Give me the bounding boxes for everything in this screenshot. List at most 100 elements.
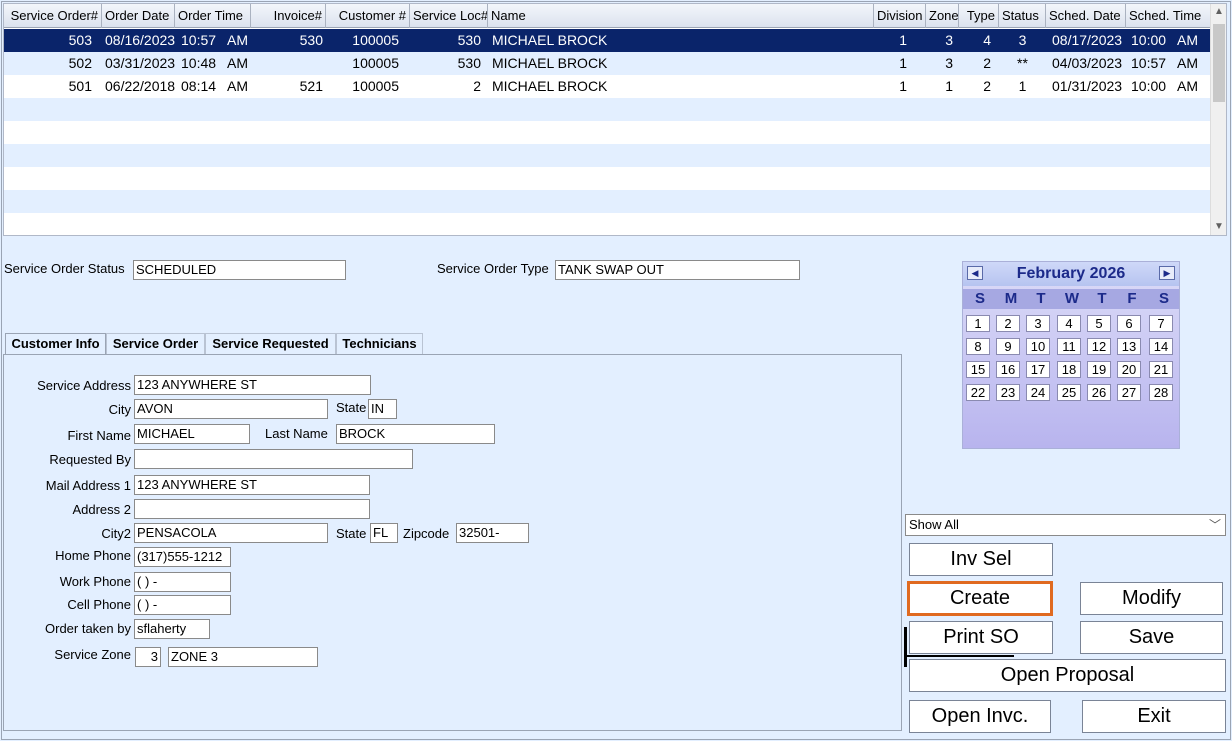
col-customer[interactable]: Customer #	[326, 4, 410, 28]
cell-invoice: 530	[299, 32, 323, 48]
calendar-day[interactable]: 22	[966, 384, 990, 401]
mail-address-1-field[interactable]: 123 ANYWHERE ST	[134, 475, 370, 495]
calendar-day[interactable]: 5	[1087, 315, 1111, 332]
tab-technicians[interactable]: Technicians	[336, 333, 423, 354]
tab-customer-info[interactable]: Customer Info	[5, 333, 106, 355]
state2-field[interactable]: FL	[370, 523, 398, 543]
calendar-day[interactable]: 13	[1117, 338, 1141, 355]
service-order-status-field[interactable]: SCHEDULED	[133, 260, 346, 280]
first-name-field[interactable]: MICHAEL	[134, 424, 250, 444]
modify-button[interactable]: Modify	[1080, 582, 1223, 615]
open-proposal-button[interactable]: Open Proposal	[909, 659, 1226, 692]
address-2-field[interactable]	[134, 499, 370, 519]
show-filter-select[interactable]: Show All ﹀	[905, 514, 1226, 536]
work-phone-field[interactable]: ( ) -	[134, 572, 231, 592]
calendar-day[interactable]: 3	[1026, 315, 1050, 332]
service-order-grid[interactable]: Service Order# Order Date Order Time Inv…	[3, 3, 1227, 236]
calendar-day[interactable]: 1	[966, 315, 990, 332]
cell-customer: 100005	[352, 55, 399, 71]
order-taken-by-field[interactable]: sflaherty	[134, 619, 210, 639]
calendar-day[interactable]: 18	[1057, 361, 1081, 378]
col-status[interactable]: Status	[999, 4, 1046, 28]
service-address-field[interactable]: 123 ANYWHERE ST	[134, 375, 371, 395]
table-row[interactable]: 501 06/22/2018 08:14 AM 521 100005 2 MIC…	[4, 75, 1212, 98]
grid-vertical-scrollbar[interactable]: ▲ ▼	[1210, 4, 1226, 235]
col-name[interactable]: Name	[488, 4, 874, 28]
calendar-day[interactable]: 9	[996, 338, 1020, 355]
cell-service-loc: 530	[457, 32, 481, 48]
col-invoice[interactable]: Invoice#	[251, 4, 326, 28]
col-zone[interactable]: Zone	[926, 4, 959, 28]
state-label: State	[336, 400, 367, 415]
calendar-day[interactable]: 25	[1057, 384, 1081, 401]
calendar-day[interactable]: 17	[1026, 361, 1050, 378]
open-invc-button[interactable]: Open Invc.	[909, 700, 1051, 733]
cell-order-date: 08/16/2023	[105, 32, 175, 48]
home-phone-field[interactable]: (317)555-1212	[134, 547, 231, 567]
city2-field[interactable]: PENSACOLA	[134, 523, 328, 543]
col-service-order[interactable]: Service Order#	[4, 4, 102, 28]
cell-service-order: 501	[68, 78, 92, 94]
col-type[interactable]: Type	[959, 4, 999, 28]
calendar-day[interactable]: 11	[1057, 338, 1081, 355]
tab-service-requested[interactable]: Service Requested	[205, 333, 336, 354]
calendar-day[interactable]: 12	[1087, 338, 1111, 355]
col-service-loc[interactable]: Service Loc#	[410, 4, 488, 28]
cell-division: 1	[899, 32, 907, 48]
service-zone-number-field[interactable]: 3	[135, 647, 161, 667]
col-sched-time[interactable]: Sched. Time	[1126, 4, 1212, 28]
service-zone-name-field[interactable]: ZONE 3	[168, 647, 318, 667]
calendar-day[interactable]: 2	[996, 315, 1020, 332]
cell-order-time: 10:57	[181, 32, 217, 48]
col-order-date[interactable]: Order Date	[102, 4, 175, 28]
mouse-cursor-icon	[904, 627, 907, 667]
inv-sel-button[interactable]: Inv Sel	[909, 543, 1053, 576]
calendar-day[interactable]: 27	[1117, 384, 1141, 401]
calendar-day[interactable]: 23	[996, 384, 1020, 401]
service-address-label: Service Address	[37, 378, 131, 393]
next-month-icon[interactable]: ▶	[1159, 266, 1175, 280]
scroll-thumb[interactable]	[1213, 24, 1225, 102]
zipcode-field[interactable]: 32501-	[456, 523, 529, 543]
calendar-day[interactable]: 6	[1117, 315, 1141, 332]
col-order-time[interactable]: Order Time	[175, 4, 251, 28]
cell-order-time: 10:48	[181, 55, 217, 71]
cell-order-ampm: AM	[227, 55, 248, 71]
city-field[interactable]: AVON	[134, 399, 328, 419]
exit-button[interactable]: Exit	[1082, 700, 1226, 733]
service-order-type-field[interactable]: TANK SWAP OUT	[555, 260, 800, 280]
save-button[interactable]: Save	[1080, 621, 1223, 654]
calendar-day[interactable]: 20	[1117, 361, 1141, 378]
prev-month-icon[interactable]: ◀	[967, 266, 983, 280]
calendar-day[interactable]: 15	[966, 361, 990, 378]
cell-sched-date: 01/31/2023	[1052, 78, 1123, 94]
table-row[interactable]: 503 08/16/2023 10:57 AM 530 100005 530 M…	[4, 29, 1212, 52]
service-zone-label: Service Zone	[54, 647, 131, 662]
last-name-field[interactable]: BROCK	[336, 424, 495, 444]
requested-by-field[interactable]	[134, 449, 413, 469]
calendar-day[interactable]: 24	[1026, 384, 1050, 401]
state-field[interactable]: IN	[368, 399, 397, 419]
calendar-day[interactable]: 26	[1087, 384, 1111, 401]
tab-service-order[interactable]: Service Order	[106, 333, 205, 354]
print-so-button[interactable]: Print SO	[909, 621, 1053, 654]
calendar-day[interactable]: 21	[1149, 361, 1173, 378]
calendar-day[interactable]: 7	[1149, 315, 1173, 332]
col-sched-date[interactable]: Sched. Date	[1046, 4, 1126, 28]
chevron-down-icon[interactable]: ﹀	[1209, 515, 1221, 535]
cell-phone-field[interactable]: ( ) -	[134, 595, 231, 615]
scroll-up-icon[interactable]: ▲	[1211, 4, 1226, 20]
calendar-day[interactable]: 10	[1026, 338, 1050, 355]
table-row[interactable]: 502 03/31/2023 10:48 AM 100005 530 MICHA…	[4, 52, 1212, 75]
calendar-day[interactable]: 8	[966, 338, 990, 355]
weekday-label: F	[1127, 290, 1137, 307]
calendar-day[interactable]: 4	[1057, 315, 1081, 332]
calendar-day[interactable]: 16	[996, 361, 1020, 378]
calendar-day[interactable]: 28	[1149, 384, 1173, 401]
create-button[interactable]: Create	[907, 581, 1053, 616]
scroll-down-icon[interactable]: ▼	[1211, 219, 1226, 235]
calendar-day[interactable]: 14	[1149, 338, 1173, 355]
col-division[interactable]: Division	[874, 4, 926, 28]
calendar-day[interactable]: 19	[1087, 361, 1111, 378]
calendar[interactable]: ◀ February 2026 ▶ S M T W T F S 12345678…	[962, 261, 1180, 449]
